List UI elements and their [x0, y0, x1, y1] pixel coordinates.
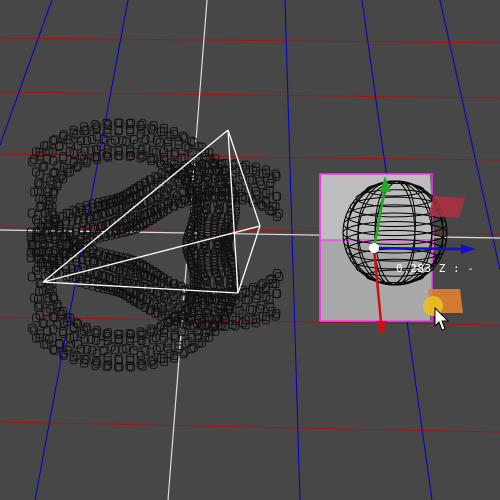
gizmo-axis-x [373, 246, 463, 251]
gizmo-arrow-x[interactable] [461, 244, 476, 254]
mesh-cell [126, 353, 135, 363]
mesh-cell [245, 305, 254, 315]
mesh-cell [159, 333, 168, 343]
mesh-cell [93, 154, 102, 164]
mesh-cell [130, 135, 138, 144]
mesh-cell [132, 341, 141, 350]
mesh-cell [93, 326, 102, 336]
coordinate-readout: 0.283 Z : - [396, 262, 475, 275]
gizmo-arrow-z[interactable] [376, 321, 387, 336]
mesh-cell [42, 141, 51, 151]
mesh-cell [273, 268, 281, 278]
mesh-cell [241, 320, 250, 330]
grid-line-z [0, 91, 500, 99]
scene-canvas[interactable] [0, 0, 500, 500]
gizmo-center-handle[interactable] [369, 243, 379, 253]
mesh-cell [245, 175, 254, 185]
mesh-cell [74, 141, 82, 151]
mesh-cell [42, 339, 51, 349]
3d-viewport[interactable]: 0.283 Z : - [0, 0, 500, 500]
mesh-cell [164, 338, 173, 348]
mesh-cell [132, 140, 141, 149]
grid-line-z [0, 37, 500, 44]
mesh-cell [126, 127, 135, 137]
grid-line-x [284, 0, 301, 500]
mesh-cell [163, 137, 172, 147]
mesh-cell [159, 147, 168, 157]
mesh-cell [28, 323, 37, 333]
mesh-cell [273, 212, 281, 222]
mesh-cell [130, 346, 138, 355]
mesh-cell [164, 142, 173, 152]
mesh-cell [248, 175, 257, 185]
grid-line-z [0, 421, 500, 433]
mesh-cell [59, 152, 68, 162]
mesh-cell [248, 305, 257, 315]
grid-line-x [0, 0, 53, 146]
mesh-cell [28, 157, 37, 167]
mesh-cell [74, 339, 82, 349]
plane-handle-xy[interactable] [429, 196, 465, 218]
grid-line-x [439, 0, 500, 271]
mesh-cell [241, 160, 250, 170]
mesh-cell [59, 154, 68, 163]
mesh-cell [163, 343, 172, 353]
